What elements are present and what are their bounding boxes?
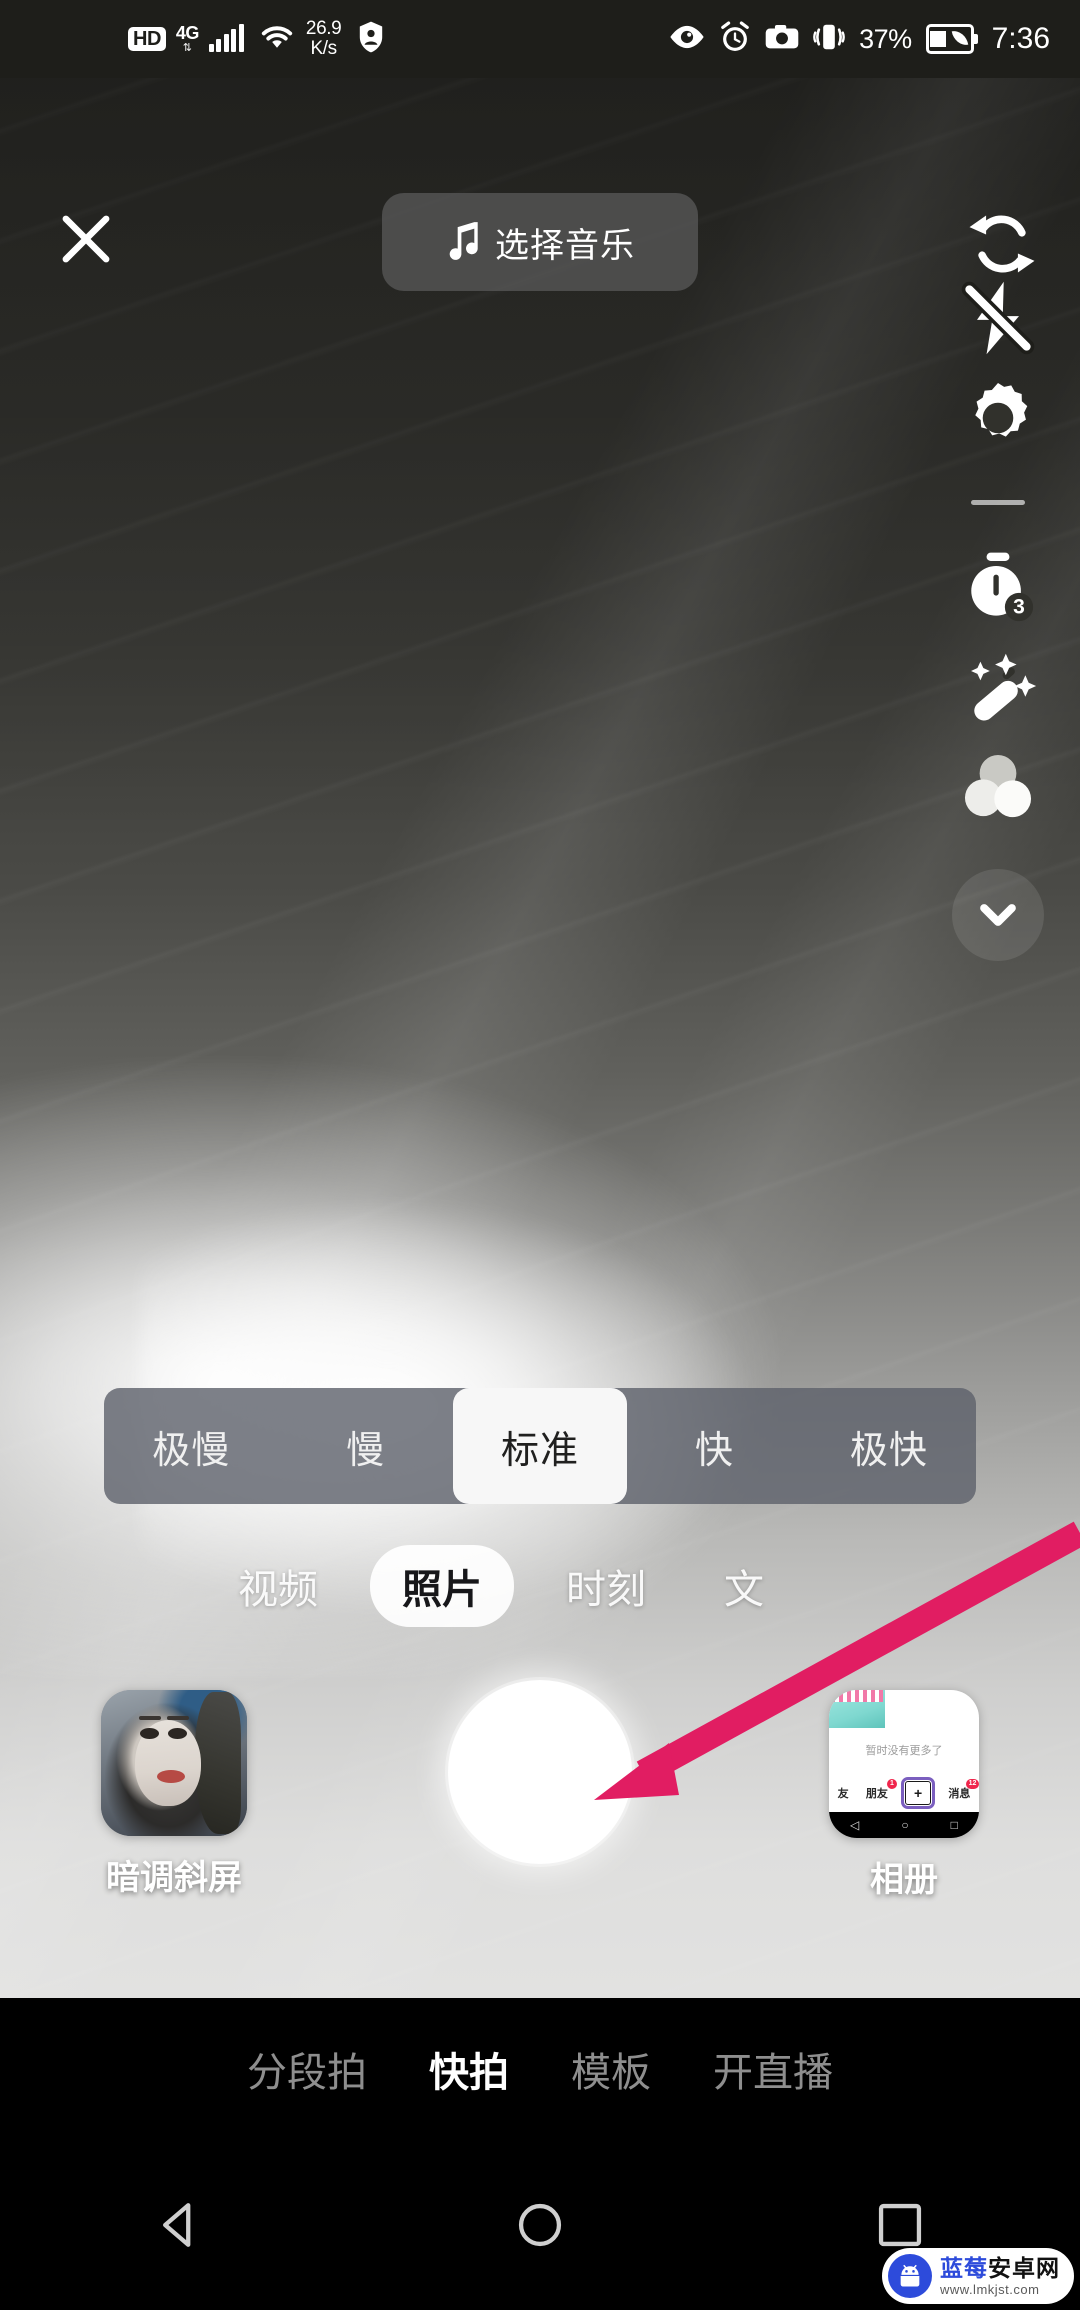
nav-segment-shoot[interactable]: 分段拍 (247, 2040, 367, 2098)
battery-saver-icon (925, 24, 978, 54)
collapse-tools-button[interactable] (952, 869, 1044, 961)
nav-quick-shoot[interactable]: 快拍 (429, 2040, 509, 2098)
phone-screen: HD 4G ⇅ 26.9 K/s 37% 7:36 选择音乐 3 极慢 慢 标准… (0, 0, 1080, 2310)
gallery-tab-messages: 消息 12 (948, 1779, 979, 1801)
android-recents-icon (878, 2203, 922, 2247)
camera-tools-rail: 3 (950, 270, 1046, 961)
site-watermark: 蓝莓安卓网 www.lmkjst.com (882, 2248, 1074, 2304)
gallery-tab-friend-partial: 友 (837, 1788, 849, 1800)
status-bar-left: HD 4G ⇅ 26.9 K/s (128, 19, 385, 59)
alarm-icon (719, 20, 751, 58)
tab-moment[interactable]: 时刻 (540, 1547, 672, 1625)
watermark-name-blue: 蓝莓 (940, 2254, 988, 2281)
gallery-preview-tabs: 友 朋友 1 + 消息 12 (829, 1777, 979, 1809)
account-shield-icon (357, 20, 385, 59)
mini-home-icon: ○ (901, 1818, 909, 1832)
signal-bars-icon (208, 24, 244, 52)
gallery-tab-friends: 朋友 1 (866, 1779, 897, 1801)
speed-option-standard[interactable]: 标准 (452, 1388, 628, 1504)
rail-divider (971, 500, 1025, 505)
status-bar-right: 37% 7:36 (669, 20, 1050, 58)
network-type-indicator: 4G ⇅ (175, 23, 200, 54)
speed-option-very-slow[interactable]: 极慢 (104, 1388, 278, 1504)
tab-photo[interactable]: 照片 (370, 1545, 514, 1627)
filters-button[interactable] (950, 739, 1046, 835)
shutter-button[interactable] (448, 1680, 632, 1864)
gallery-button[interactable]: 暂时没有更多了 友 朋友 1 + 消息 12 ◁ ○ □ 相册 (824, 1690, 984, 1901)
gallery-empty-text: 暂时没有更多了 (865, 1745, 943, 1757)
speed-option-slow[interactable]: 慢 (278, 1388, 452, 1504)
battery-percent-label: 37% (859, 23, 912, 54)
speed-option-very-fast[interactable]: 极快 (802, 1388, 976, 1504)
vibrate-icon (813, 22, 845, 57)
portrait-eye-left (140, 1728, 159, 1739)
gallery-thumbnail[interactable]: 暂时没有更多了 友 朋友 1 + 消息 12 ◁ ○ □ (829, 1690, 979, 1838)
gallery-preview-image (829, 1690, 885, 1728)
portrait-brow-left (139, 1716, 161, 1720)
hd-icon: HD (128, 27, 166, 51)
select-music-button[interactable]: 选择音乐 (382, 193, 698, 291)
android-home-button[interactable] (485, 2170, 595, 2280)
gallery-preview-navbar: ◁ ○ □ (829, 1812, 979, 1838)
settings-gear-button[interactable] (950, 370, 1046, 466)
shooting-mode-nav: 分段拍 快拍 模板 开直播 (0, 1998, 1080, 2140)
portrait-lips (157, 1770, 185, 1783)
watermark-text: 蓝莓安卓网 www.lmkjst.com (940, 2254, 1060, 2297)
android-home-icon (518, 2203, 562, 2247)
wifi-icon (258, 22, 296, 57)
portrait-side-hair (195, 1692, 241, 1834)
select-music-label: 选择音乐 (495, 226, 635, 265)
nav-template[interactable]: 模板 (571, 2040, 651, 2098)
gallery-plus-icon: + (901, 1777, 936, 1809)
effect-label: 暗调斜屏 (106, 1859, 242, 1897)
gallery-label: 相册 (870, 1861, 938, 1899)
speed-option-fast[interactable]: 快 (627, 1388, 801, 1504)
capture-mode-tabs: 视频 照片 时刻 文 (0, 1538, 1080, 1634)
status-bar: HD 4G ⇅ 26.9 K/s 37% 7:36 (0, 0, 1080, 78)
beauty-wand-button[interactable] (950, 639, 1046, 735)
speed-selector[interactable]: 极慢 慢 标准 快 极快 (104, 1388, 976, 1504)
capture-controls-row: 暗调斜屏 暂时没有更多了 友 朋友 1 + 消息 12 ◁ ○ □ 相册 (0, 1680, 1080, 1990)
flash-off-button[interactable] (950, 270, 1046, 366)
updown-arrows-icon: ⇅ (182, 42, 192, 54)
android-back-button[interactable] (125, 2170, 235, 2280)
svg-text:3: 3 (1013, 596, 1025, 619)
mini-back-icon: ◁ (850, 1818, 860, 1832)
tab-text[interactable]: 文 (698, 1547, 790, 1625)
camera-top-bar: 选择音乐 (0, 78, 1080, 291)
effect-thumbnail[interactable] (101, 1690, 247, 1836)
data-rate-indicator: 26.9 K/s (305, 18, 342, 59)
chevron-down-icon (980, 904, 1016, 926)
nav-live[interactable]: 开直播 (713, 2040, 833, 2098)
portrait-brow-right (167, 1716, 189, 1720)
music-note-icon (445, 220, 479, 265)
flip-camera-button[interactable] (964, 206, 1036, 278)
mini-recents-icon: □ (950, 1818, 958, 1832)
clock-label: 7:36 (991, 22, 1050, 55)
android-back-icon (163, 2203, 191, 2247)
timer-button[interactable]: 3 (950, 539, 1046, 635)
effect-picker-button[interactable]: 暗调斜屏 (96, 1690, 252, 1899)
watermark-name-dark: 安卓网 (988, 2254, 1060, 2281)
tab-video[interactable]: 视频 (212, 1547, 344, 1625)
watermark-url: www.lmkjst.com (940, 2281, 1040, 2297)
close-button[interactable] (55, 208, 117, 270)
screenshot-camera-icon (765, 24, 799, 55)
portrait-eye-right (168, 1728, 187, 1739)
android-robot-icon (888, 2254, 932, 2298)
eye-comfort-icon (669, 24, 705, 55)
